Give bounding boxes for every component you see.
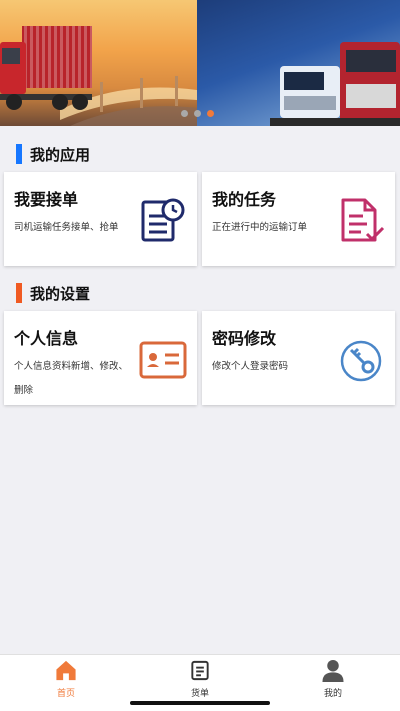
profile-card[interactable]: 个人信息 个人信息资料新增、修改、删除 bbox=[4, 311, 197, 405]
carousel-dot[interactable] bbox=[181, 110, 188, 117]
home-icon bbox=[56, 660, 76, 681]
list-doc-icon bbox=[191, 660, 209, 681]
card-title: 密码修改 bbox=[212, 329, 277, 348]
user-icon bbox=[322, 659, 344, 682]
section-title: 我的应用 bbox=[30, 145, 91, 164]
card-description: 修改个人登录密码 bbox=[212, 361, 289, 372]
banner-slide-left bbox=[0, 0, 197, 126]
banner-carousel[interactable] bbox=[0, 0, 400, 126]
red-truck-illustration bbox=[0, 26, 92, 110]
doc-check-icon bbox=[341, 198, 385, 242]
tab-mine[interactable]: 我的 bbox=[293, 659, 373, 699]
carousel-dot-active[interactable] bbox=[207, 110, 214, 117]
calendar-doc-icon bbox=[141, 198, 185, 242]
card-description: 正在进行中的运输订单 bbox=[212, 222, 308, 233]
banner-slide-right bbox=[197, 0, 400, 126]
card-title: 我要接单 bbox=[14, 190, 79, 209]
card-title: 我的任务 bbox=[212, 190, 277, 209]
section-accent-bar bbox=[16, 144, 22, 164]
id-card-icon bbox=[139, 341, 187, 379]
password-card[interactable]: 密码修改 修改个人登录密码 bbox=[202, 311, 395, 405]
section-header-apps: 我的应用 bbox=[16, 144, 90, 164]
section-header-settings: 我的设置 bbox=[16, 283, 90, 303]
my-tasks-card[interactable]: 我的任务 正在进行中的运输订单 bbox=[202, 172, 395, 266]
card-description: 司机运输任务接单、抢单 bbox=[14, 222, 119, 233]
key-icon bbox=[340, 340, 382, 382]
card-title: 个人信息 bbox=[14, 329, 79, 348]
tab-label: 我的 bbox=[323, 689, 342, 699]
section-accent-bar bbox=[16, 283, 22, 303]
tab-home[interactable]: 首页 bbox=[26, 659, 106, 699]
tab-label: 首页 bbox=[56, 689, 75, 699]
home-indicator bbox=[130, 701, 270, 705]
tab-label: 货单 bbox=[190, 689, 209, 699]
take-order-card[interactable]: 我要接单 司机运输任务接单、抢单 bbox=[4, 172, 197, 266]
tab-orders[interactable]: 货单 bbox=[160, 659, 240, 699]
trucks-illustration bbox=[270, 42, 400, 126]
carousel-dot[interactable] bbox=[194, 110, 201, 117]
card-description: 个人信息资料新增、修改、删除 bbox=[14, 361, 129, 396]
section-title: 我的设置 bbox=[30, 284, 91, 303]
carousel-indicators bbox=[181, 110, 214, 117]
